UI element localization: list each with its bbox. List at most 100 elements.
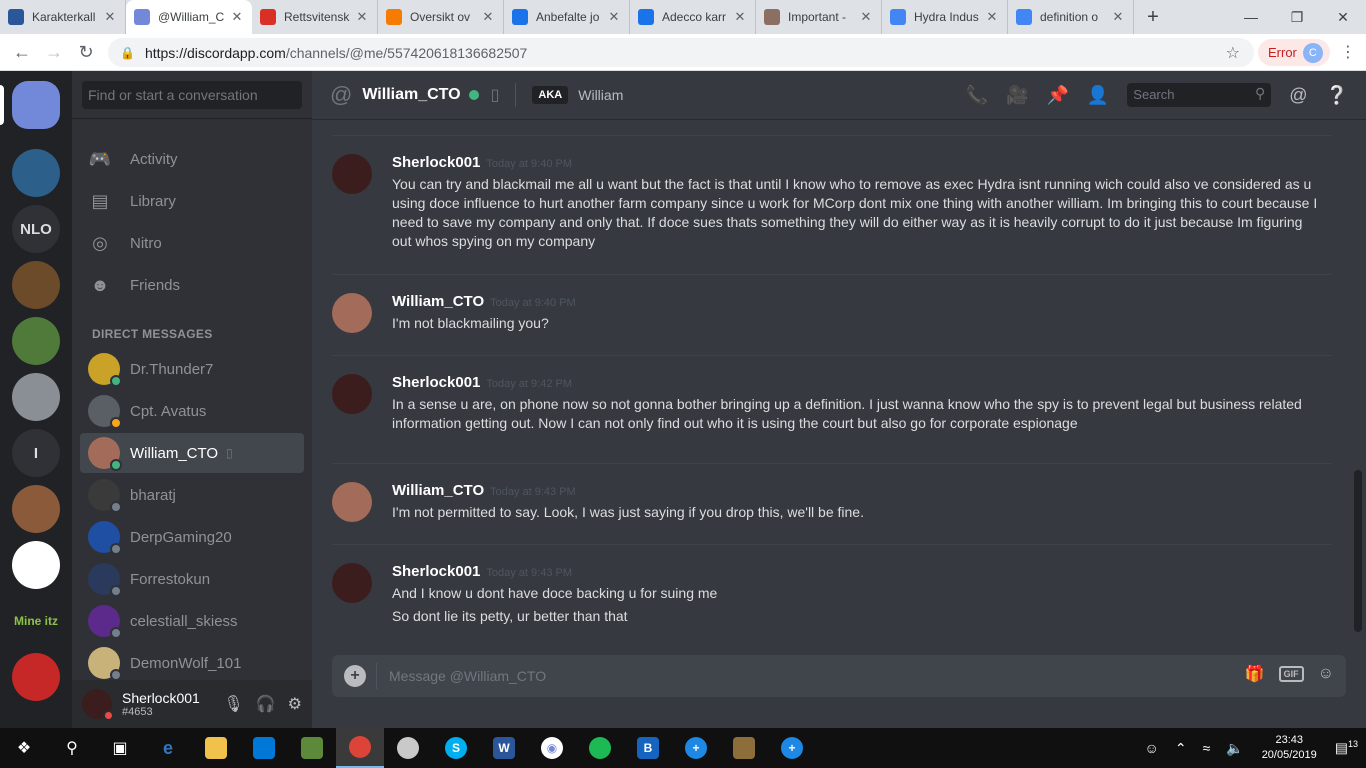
guild-i[interactable]: I	[12, 429, 60, 477]
close-tab-icon[interactable]: ✕	[103, 9, 117, 25]
minimize-icon[interactable]: —	[1228, 0, 1274, 34]
close-tab-icon[interactable]: ✕	[230, 9, 244, 25]
tray-chevron-icon[interactable]: ⌃	[1175, 740, 1187, 757]
guild-arena[interactable]	[12, 485, 60, 533]
forward-icon[interactable]: →	[38, 42, 70, 63]
mentions-icon[interactable]: @	[1289, 85, 1307, 106]
guild-nlo[interactable]: NLO	[12, 205, 60, 253]
mute-mic-icon[interactable]: 🎙	[223, 694, 243, 714]
nav-item-friends[interactable]: ☻ Friends	[88, 265, 304, 305]
message-input-placeholder[interactable]: Message @William_CTO	[389, 668, 546, 684]
nav-item-nitro[interactable]: ◎ Nitro	[88, 223, 304, 263]
guild-globe[interactable]	[12, 149, 60, 197]
dm-item[interactable]: bharatj	[80, 475, 304, 515]
close-window-icon[interactable]: ✕	[1320, 0, 1366, 34]
profile-error-button[interactable]: Error C	[1258, 39, 1330, 66]
dm-item[interactable]: DerpGaming20	[80, 517, 304, 557]
dm-item[interactable]: DemonWolf_101	[80, 643, 304, 683]
upload-plus-icon[interactable]: +	[344, 665, 366, 687]
plus-app-2-icon[interactable]: +	[768, 728, 816, 768]
message-author[interactable]: Sherlock001	[392, 563, 480, 580]
dm-item[interactable]: celestiall_skiess	[80, 601, 304, 641]
discord-app-icon[interactable]: ◉	[528, 728, 576, 768]
message-author[interactable]: William_CTO	[392, 293, 484, 310]
close-tab-icon[interactable]: ✕	[985, 9, 999, 25]
dm-item[interactable]: Cpt. Avatus	[80, 391, 304, 431]
browser-tab[interactable]: Rettsvitensk ✕	[252, 0, 378, 34]
message-author[interactable]: William_CTO	[392, 482, 484, 499]
browser-tab[interactable]: @William_C ✕	[126, 0, 252, 34]
close-tab-icon[interactable]: ✕	[607, 9, 621, 25]
browser-tab[interactable]: Karakterkall ✕	[0, 0, 126, 34]
skype-icon[interactable]: S	[432, 728, 480, 768]
chrome-icon[interactable]	[336, 728, 384, 768]
emoji-icon[interactable]: ☺	[1318, 665, 1334, 683]
wifi-icon[interactable]: ≈	[1203, 740, 1211, 756]
message-avatar[interactable]	[332, 374, 372, 414]
settings-gear-icon[interactable]: ⚙	[288, 694, 302, 714]
message-avatar[interactable]	[332, 563, 372, 603]
close-tab-icon[interactable]: ✕	[859, 9, 873, 25]
start-button-icon[interactable]: ❖	[0, 728, 48, 768]
pinned-messages-icon[interactable]: 📌	[1046, 85, 1068, 106]
bookmark-star-icon[interactable]: ☆	[1226, 43, 1240, 63]
dm-item[interactable]: Dr.Thunder7	[80, 349, 304, 389]
maximize-icon[interactable]: ❐	[1274, 0, 1320, 34]
spotify-icon[interactable]	[576, 728, 624, 768]
plus-app-icon[interactable]: +	[672, 728, 720, 768]
close-tab-icon[interactable]: ✕	[355, 9, 369, 25]
word-icon[interactable]: W	[480, 728, 528, 768]
edge-icon[interactable]: e	[144, 728, 192, 768]
notifications-icon[interactable]: ▤13	[1335, 739, 1358, 757]
browser-tab[interactable]: Anbefalte jo ✕	[504, 0, 630, 34]
guild-discord-home[interactable]	[12, 81, 60, 129]
guild-hydra[interactable]	[12, 653, 60, 701]
message-author[interactable]: Sherlock001	[392, 374, 480, 391]
gif-icon[interactable]: GIF	[1278, 666, 1304, 682]
browser-tab[interactable]: Oversikt ov ✕	[378, 0, 504, 34]
video-call-icon[interactable]: 🎥	[1006, 85, 1028, 106]
guild-palm[interactable]	[12, 541, 60, 589]
people-icon[interactable]: ☺	[1145, 740, 1159, 756]
search-icon[interactable]: ⚲	[48, 728, 96, 768]
browser-tab[interactable]: Adecco karr ✕	[630, 0, 756, 34]
message-scrollbar[interactable]	[1354, 470, 1362, 632]
message-avatar[interactable]	[332, 154, 372, 194]
message-avatar[interactable]	[332, 293, 372, 333]
gift-icon[interactable]: 🎁	[1245, 664, 1265, 684]
minecraft-icon[interactable]	[288, 728, 336, 768]
new-tab-icon[interactable]: +	[1138, 6, 1168, 29]
find-conversation-input[interactable]: Find or start a conversation	[82, 81, 302, 109]
message-composer[interactable]: + Message @William_CTO 🎁 GIF ☺	[332, 655, 1346, 697]
nav-item-activity[interactable]: 🎮 Activity	[88, 139, 304, 179]
browser-tab[interactable]: Important - ✕	[756, 0, 882, 34]
browser-tab[interactable]: definition o ✕	[1008, 0, 1134, 34]
message-author[interactable]: Sherlock001	[392, 154, 480, 171]
close-tab-icon[interactable]: ✕	[1111, 9, 1125, 25]
dm-item[interactable]: Forrestokun	[80, 559, 304, 599]
message-avatar[interactable]	[332, 482, 372, 522]
nav-item-library[interactable]: ▤ Library	[88, 181, 304, 221]
store-icon[interactable]	[240, 728, 288, 768]
guild-mineitz[interactable]: Mine itz	[12, 597, 60, 645]
close-tab-icon[interactable]: ✕	[733, 9, 747, 25]
browser-tab[interactable]: Hydra Indus ✕	[882, 0, 1008, 34]
voice-call-icon[interactable]: 📞	[966, 85, 988, 106]
add-friend-to-dm-icon[interactable]: 👤	[1087, 85, 1109, 106]
crafting-table-icon[interactable]	[720, 728, 768, 768]
address-bar[interactable]: 🔒 https://discordapp.com /channels/@me/5…	[108, 38, 1254, 67]
help-icon[interactable]: ❔	[1326, 85, 1348, 106]
clock[interactable]: 23:43 20/05/2019	[1262, 733, 1317, 763]
chat-search-input[interactable]: Search ⚲	[1127, 83, 1272, 107]
dm-item[interactable]: William_CTO ▯	[80, 433, 304, 473]
headphones-icon[interactable]: 🎧	[256, 694, 276, 714]
back-icon[interactable]: ←	[6, 42, 38, 63]
guild-minecraft-block[interactable]	[12, 261, 60, 309]
guild-town[interactable]	[12, 373, 60, 421]
browser-menu-icon[interactable]: ⋮	[1340, 42, 1356, 62]
reload-icon[interactable]: ↻	[70, 42, 102, 63]
guild-landscape[interactable]	[12, 317, 60, 365]
paint-icon[interactable]	[384, 728, 432, 768]
volume-icon[interactable]: 🔈	[1226, 740, 1243, 757]
task-view-icon[interactable]: ▣	[96, 728, 144, 768]
